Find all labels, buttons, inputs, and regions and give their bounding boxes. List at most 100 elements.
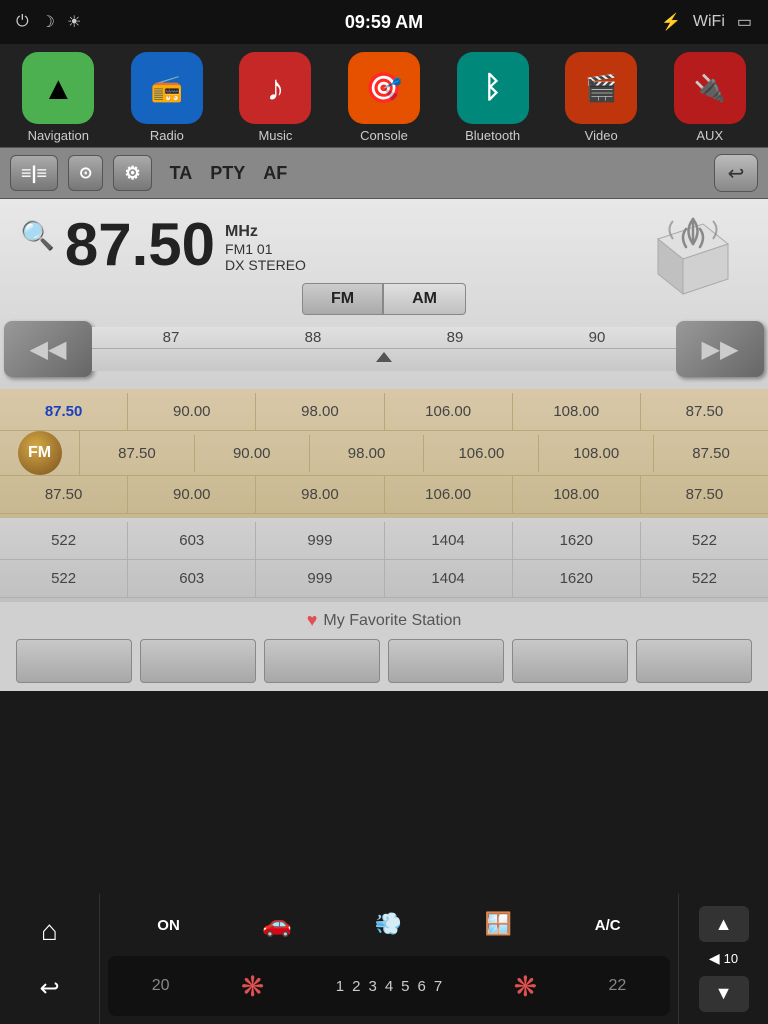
app-aux[interactable]: 🔌 AUX: [655, 52, 764, 143]
preset-cell-1-6[interactable]: 87.50: [641, 393, 768, 430]
favorite-button-5[interactable]: [512, 639, 628, 683]
climate-7[interactable]: 7: [434, 978, 442, 995]
ac-control[interactable]: A/C: [595, 917, 621, 934]
music-label: Music: [258, 128, 292, 143]
am-cell-2-5[interactable]: 1620: [513, 560, 641, 597]
pty-button[interactable]: PTY: [210, 163, 245, 184]
preset-cell-2-1[interactable]: 87.50: [80, 435, 195, 472]
frequency-value: 87.50: [65, 215, 215, 275]
power-on-control[interactable]: ON: [157, 917, 180, 934]
preset-cell-1-4[interactable]: 106.00: [385, 393, 513, 430]
am-button[interactable]: AM: [383, 283, 466, 315]
preset-cell-3-6[interactable]: 87.50: [641, 476, 768, 513]
app-navigation[interactable]: ▲ Navigation: [4, 52, 113, 143]
favorite-heart-icon: ♥: [307, 610, 318, 631]
volume-down-button[interactable]: ▼: [699, 976, 749, 1012]
nav-icon: ▲: [22, 52, 94, 124]
preset-cell-1-5[interactable]: 108.00: [513, 393, 641, 430]
preset-cell-3-3[interactable]: 98.00: [256, 476, 384, 513]
am-cell-2-6[interactable]: 522: [641, 560, 768, 597]
am-cell-2-1[interactable]: 522: [0, 560, 128, 597]
cd-button[interactable]: ⊙: [68, 155, 103, 191]
am-cell-1-5[interactable]: 1620: [513, 522, 641, 559]
tuner-ticks: [92, 348, 676, 360]
tuner-labels: 87 88 89 90: [92, 327, 676, 348]
am-cell-1-6[interactable]: 522: [641, 522, 768, 559]
am-cell-2-4[interactable]: 1404: [385, 560, 513, 597]
climate-6[interactable]: 6: [418, 978, 426, 995]
am-cell-2-3[interactable]: 999: [256, 560, 384, 597]
settings-button[interactable]: ⚙: [113, 155, 151, 191]
fm-button[interactable]: FM: [302, 283, 383, 315]
preset-cell-1-2[interactable]: 90.00: [128, 393, 256, 430]
bottom-left-nav: ⌂ ↩: [0, 894, 100, 1024]
app-radio[interactable]: 📻 Radio: [113, 52, 222, 143]
preset-cell-3-2[interactable]: 90.00: [128, 476, 256, 513]
back-nav-button[interactable]: ↩: [39, 974, 59, 1003]
am-cell-1-3[interactable]: 999: [256, 522, 384, 559]
am-cell-1-4[interactable]: 1404: [385, 522, 513, 559]
moon-icon: ☽: [41, 12, 55, 32]
status-icons-right: ⚡ WiFi ▭: [661, 12, 752, 32]
equalizer-button[interactable]: ≡|≡: [10, 155, 58, 191]
windshield-control[interactable]: 🪟: [485, 911, 512, 939]
vol-down-icon: ▼: [715, 983, 733, 1004]
back-button[interactable]: ↩: [714, 154, 758, 192]
radio-main-panel: 🔍 87.50 MHz FM1 01 DX STEREO: [0, 199, 768, 389]
ac-label: A/C: [595, 917, 621, 934]
app-bluetooth[interactable]: ᛒ Bluetooth: [438, 52, 547, 143]
favorite-section: ♥ My Favorite Station: [0, 602, 768, 691]
climate-bottom-row: 20 ❋ 1 2 3 4 5 6 7 ❋ 22: [108, 956, 670, 1016]
airflow-control[interactable]: 💨: [375, 911, 402, 939]
af-button[interactable]: AF: [263, 163, 287, 184]
preset-cell-2-4[interactable]: 106.00: [424, 435, 539, 472]
climate-2[interactable]: 2: [352, 978, 360, 995]
preset-cell-2-2[interactable]: 90.00: [195, 435, 310, 472]
antenna-icon: [638, 209, 748, 309]
ta-button[interactable]: TA: [170, 163, 193, 184]
volume-up-button[interactable]: ▲: [699, 906, 749, 942]
favorite-button-4[interactable]: [388, 639, 504, 683]
app-music[interactable]: ♪ Music: [221, 52, 330, 143]
fan-control[interactable]: 🚗: [262, 910, 292, 941]
fm-preset-section: 87.50 90.00 98.00 106.00 108.00 87.50 FM…: [0, 389, 768, 518]
tuner-prev-button[interactable]: ◀◀: [4, 321, 92, 377]
volume-speaker-icon: ◀: [709, 950, 720, 967]
preset-cell-2-5[interactable]: 108.00: [539, 435, 654, 472]
favorite-button-3[interactable]: [264, 639, 380, 683]
preset-cell-1-3[interactable]: 98.00: [256, 393, 384, 430]
preset-cell-2-3[interactable]: 98.00: [310, 435, 425, 472]
video-label: Video: [585, 128, 618, 143]
climate-3[interactable]: 3: [368, 978, 376, 995]
am-cell-1-2[interactable]: 603: [128, 522, 256, 559]
preset-cell-3-4[interactable]: 106.00: [385, 476, 513, 513]
favorite-button-1[interactable]: [16, 639, 132, 683]
nav-label: Navigation: [28, 128, 89, 143]
radio-icon: 📻: [131, 52, 203, 124]
app-console[interactable]: 🎯 Console: [330, 52, 439, 143]
home-button[interactable]: ⌂: [41, 915, 58, 947]
am-cell-1-1[interactable]: 522: [0, 522, 128, 559]
preset-cell-2-6[interactable]: 87.50: [654, 435, 768, 472]
favorite-button-2[interactable]: [140, 639, 256, 683]
preset-cell-3-1[interactable]: 87.50: [0, 476, 128, 513]
climate-1[interactable]: 1: [336, 978, 344, 995]
am-row-2: 522 603 999 1404 1620 522: [0, 560, 768, 598]
console-icon: 🎯: [348, 52, 420, 124]
aux-icon: 🔌: [674, 52, 746, 124]
preset-cell-1-1[interactable]: 87.50: [0, 393, 128, 430]
frequency-band: FM1 01: [225, 241, 306, 257]
favorite-title-text: My Favorite Station: [323, 612, 461, 630]
favorite-button-6[interactable]: [636, 639, 752, 683]
climate-level-selector: 1 2 3 4 5 6 7: [336, 978, 442, 995]
tuner-control: ◀◀ 87 88 89 90 ▶▶: [0, 319, 768, 379]
preset-cell-3-5[interactable]: 108.00: [513, 476, 641, 513]
windshield-icon: 🪟: [485, 911, 512, 937]
power-icon: ⏻: [16, 13, 29, 31]
climate-5[interactable]: 5: [401, 978, 409, 995]
am-cell-2-2[interactable]: 603: [128, 560, 256, 597]
search-icon[interactable]: 🔍: [20, 219, 55, 252]
app-video[interactable]: 🎬 Video: [547, 52, 656, 143]
tuner-next-button[interactable]: ▶▶: [676, 321, 764, 377]
climate-4[interactable]: 4: [385, 978, 393, 995]
